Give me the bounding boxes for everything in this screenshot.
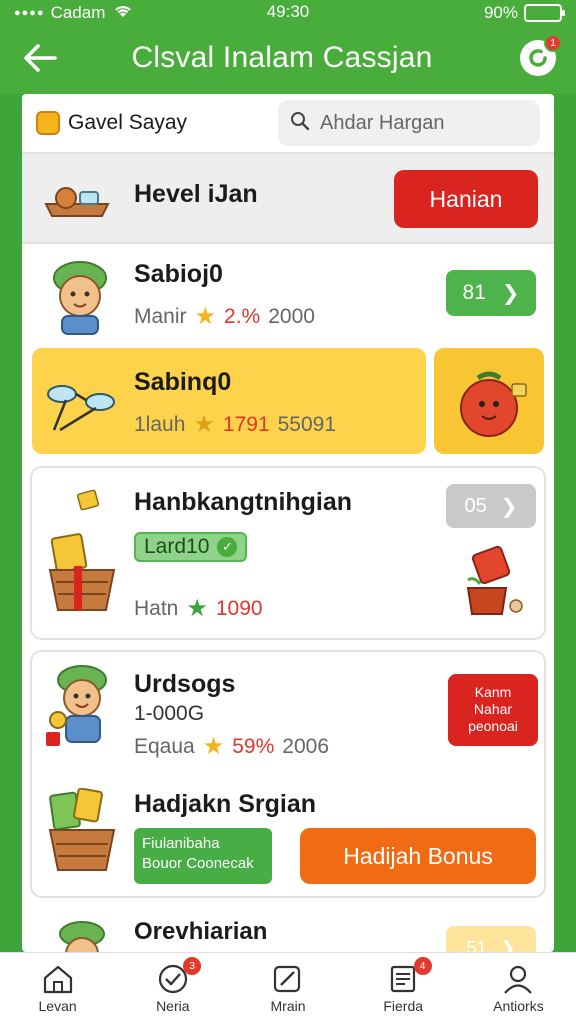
item-name: Sabinq0 <box>134 368 232 396</box>
chevron-right-icon: ❯ <box>500 937 516 953</box>
star-icon: ★ <box>194 303 217 330</box>
food-tray-icon <box>42 176 112 227</box>
meta-label: 1lauh <box>134 412 186 436</box>
bonus-line: Bouor Coonecak <box>142 854 254 872</box>
item-name: Sabioj0 <box>134 260 223 288</box>
bonus-info-box: Fiulanibaha Bouor Coonecak <box>134 828 272 884</box>
button-label: 05 <box>464 494 487 517</box>
bottom-nav: Levan 3 Neria Mrain 4 Fierda Antiorks <box>0 952 576 1024</box>
list-card-hanbkang[interactable]: Hanbkangtnihgian Lard10 ✓ Hatn ★ 1090 05… <box>30 466 546 640</box>
list-item-orevhiarian[interactable]: Orevhiarian 51 ❯ <box>22 906 554 952</box>
item-tag: Lard10 ✓ <box>134 532 248 562</box>
app-top-bar: ●●●● Cadam 49:30 90% Clsval Inalam Cassj… <box>0 0 576 94</box>
ticket-icon <box>76 488 102 519</box>
battery-icon <box>524 4 565 22</box>
meta-count: 2006 <box>282 734 329 758</box>
item-name: Hanbkangtnihgian <box>134 488 353 516</box>
open-button[interactable]: 81 ❯ <box>446 270 536 316</box>
check-circle-icon: ✓ <box>217 537 238 557</box>
search-row: Gavel Sayay <box>22 94 554 152</box>
main-list-sheet: Gavel Sayay Hevel iJan Hanian Sabioj0 Ma… <box>22 94 554 952</box>
nav-item-levan[interactable]: Levan <box>0 953 115 1024</box>
item-meta: 1lauh ★ 1791 55091 <box>134 410 336 439</box>
chevron-right-icon: ❯ <box>501 281 520 305</box>
nav-badge: 4 <box>413 957 432 975</box>
back-arrow-icon[interactable] <box>20 38 60 78</box>
row-title: Hevel iJan <box>134 180 258 208</box>
basket-icon <box>46 530 118 621</box>
brand-text: Gavel Sayay <box>68 111 188 134</box>
open-button[interactable]: 51 ❯ <box>446 926 536 952</box>
meta-label: Manir <box>134 304 187 328</box>
button-label: 81 <box>462 281 486 304</box>
search-box[interactable] <box>278 100 540 146</box>
bonus-title: Hadjakn Srgian <box>134 790 316 818</box>
tag-label: Lard10 <box>144 535 210 558</box>
status-bar: ●●●● Cadam 49:30 90% <box>0 0 576 26</box>
fox-character-icon <box>44 260 118 341</box>
fox-character-icon <box>42 662 122 763</box>
meta-percent: 1791 <box>222 412 270 436</box>
home-icon <box>43 965 72 993</box>
plant-pot-icon <box>462 544 526 623</box>
nav-label: Mrain <box>270 997 306 1014</box>
star-icon: ★ <box>202 733 225 760</box>
chevron-right-icon: ❯ <box>500 495 518 518</box>
list-item-sabinq-highlighted[interactable]: Sabinq0 1lauh ★ 1791 55091 <box>22 348 554 454</box>
coin-box-icon <box>36 111 60 135</box>
meta-percent: 1090 <box>215 596 263 620</box>
hanian-button[interactable]: Hanian <box>394 170 538 228</box>
open-button[interactable]: 05 ❯ <box>446 484 536 528</box>
badge-line: Kanm <box>474 684 512 700</box>
nav-label: Levan <box>38 997 77 1014</box>
bonus-line: Fiulanibaha <box>142 835 220 852</box>
glasses-tool-icon <box>46 378 116 439</box>
star-icon: ★ <box>193 411 215 438</box>
button-label: 51 <box>466 937 487 953</box>
status-time: 49:30 <box>266 2 310 21</box>
edit-icon <box>273 965 301 992</box>
brand-label[interactable]: Gavel Sayay <box>36 111 187 135</box>
header: Clsval Inalam Cassjan 1 <box>0 28 576 88</box>
meta-percent: 2.% <box>224 304 261 328</box>
meta-label: Hatn <box>134 596 179 620</box>
badge-line: Nahar <box>473 700 513 717</box>
profile-icon <box>504 965 533 994</box>
nav-label: Neria <box>156 997 190 1014</box>
nav-label: Antiorks <box>493 997 544 1014</box>
badge-line: peonoai <box>468 717 518 734</box>
search-icon <box>290 111 310 136</box>
nav-badge: 3 <box>183 957 202 975</box>
search-input[interactable] <box>320 111 520 135</box>
fox-character-icon <box>52 920 112 952</box>
basket-icon <box>46 787 118 883</box>
fruit-tile[interactable] <box>434 348 544 454</box>
tomato-character-icon <box>460 371 527 437</box>
nav-label: Fierda <box>383 997 424 1014</box>
item-meta: Eqaua ★ 59% 2006 <box>134 732 329 761</box>
refresh-icon[interactable]: 1 <box>520 34 562 76</box>
item-name: Orevhiarian <box>134 918 268 945</box>
nav-item-antiorks[interactable]: Antiorks <box>461 953 576 1024</box>
bonus-button[interactable]: Hadijah Bonus <box>300 828 536 884</box>
promo-badge[interactable]: Kanm Nahar peonoai <box>448 674 538 746</box>
list-card-urdsogs[interactable]: Urdsogs 1-000G Eqaua ★ 59% 2006 Kanm Nah… <box>30 650 546 898</box>
meta-count: 55091 <box>277 412 337 436</box>
notification-badge: 1 <box>544 34 562 52</box>
page-title: Clsval Inalam Cassjan <box>131 41 433 74</box>
meta-percent: 59% <box>232 734 275 758</box>
list-item-hevel[interactable]: Hevel iJan Hanian <box>22 152 554 244</box>
item-meta: Manir ★ 2.% 2000 <box>134 302 315 331</box>
nav-item-fierda[interactable]: 4 Fierda <box>346 953 461 1024</box>
meta-count: 2000 <box>268 304 315 328</box>
nav-item-mrain[interactable]: Mrain <box>230 953 345 1024</box>
item-name: Urdsogs <box>134 670 236 698</box>
star-icon: ★ <box>186 595 208 622</box>
item-meta: Hatn ★ 1090 <box>134 594 263 623</box>
nav-item-neria[interactable]: 3 Neria <box>115 953 230 1024</box>
list-item-sabioj[interactable]: Sabioj0 Manir ★ 2.% 2000 81 ❯ <box>22 246 554 344</box>
meta-label: Eqaua <box>134 734 195 758</box>
item-subtitle: 1-000G <box>134 702 205 725</box>
